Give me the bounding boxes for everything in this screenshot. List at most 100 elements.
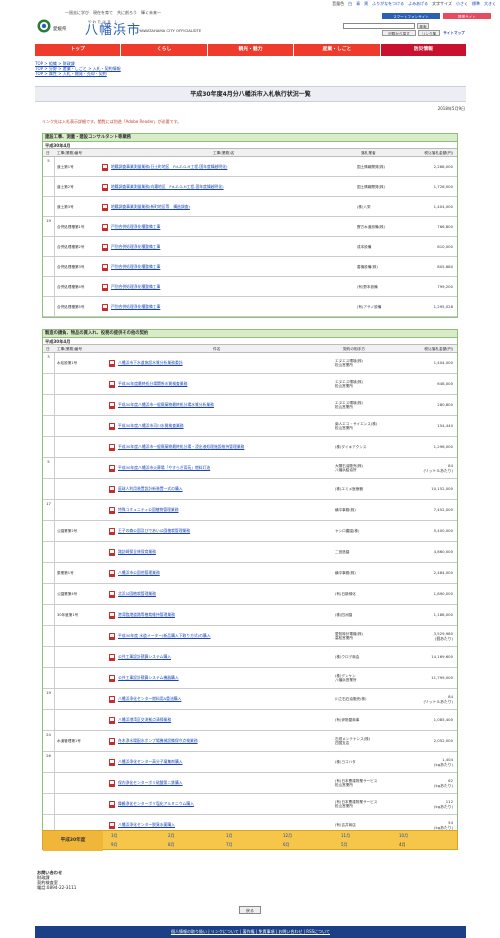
- row-number: 道土第2号: [57, 184, 74, 189]
- row-name-link[interactable]: 北浜公園植栽管理業務: [118, 591, 156, 597]
- row-name-link[interactable]: 諏訪崎保全林保育業務: [118, 549, 156, 555]
- column-divider: [54, 374, 55, 394]
- month-link-jul[interactable]: 7月: [226, 842, 233, 847]
- search-input[interactable]: [343, 23, 415, 29]
- pdf-note: リンク先は入札表示詳細です。閲覧には別途「Adobe Reader」が必要です。: [42, 119, 182, 124]
- row-winner: 南人エコ・サイエンス(株) 松山営業所: [335, 421, 378, 431]
- row-name-link[interactable]: 平成30年度八幡浜市河川水質検査業務: [118, 423, 184, 429]
- row-name-link[interactable]: 舟木浄水場配水ポンプ場機械設備保守点検業務: [118, 738, 198, 744]
- row-day: 24: [46, 732, 51, 737]
- row-name-link[interactable]: 地籍調査事業測量業務(日土町地区 Fd-Z-G-H工程-国年度繰越明化): [111, 164, 227, 170]
- month-link-dec[interactable]: 12月: [283, 833, 292, 838]
- row-name-link[interactable]: 八幡浜浄化センター燃料用A重油購入: [118, 696, 181, 702]
- row-number: 合併処理槽第5号: [57, 304, 85, 309]
- row-name-link[interactable]: 八幡浜港湾区交流拠点清掃業務: [118, 717, 171, 723]
- back-button[interactable]: 戻る: [239, 906, 261, 914]
- month-link-nov[interactable]: 11月: [341, 833, 350, 838]
- contact-block: お問い合わせ 財政課 契約検査室 電話:0894-22-3111: [37, 870, 76, 890]
- row-name-link[interactable]: 八幡浜浄化センター高分子凝集剤購入: [118, 759, 183, 765]
- month-link-jun[interactable]: 6月: [283, 842, 290, 847]
- row-winner: ヤシロ農園(株): [335, 529, 360, 534]
- nav-disaster[interactable]: 防災情報: [380, 44, 467, 56]
- row-name-link[interactable]: 王子の森公園及びであい公園植栽管理業務: [118, 528, 190, 534]
- font-small-button[interactable]: 小さく: [456, 1, 468, 6]
- color-white-button[interactable]: 白: [348, 1, 352, 6]
- footer-link-text[interactable]: 個人情報の取り扱い | リンクについて | 著作権 | 免責事項 | お問い合わ…: [171, 929, 330, 934]
- construction-heading: 建設工事、測量・建設コンサルタント等業務: [43, 134, 457, 142]
- column-divider: [54, 416, 55, 436]
- row-name-link[interactable]: 八幡浜浄化センター脱臭水薬購入: [118, 822, 175, 828]
- row-name-link[interactable]: 公共工事設計積算システム購入: [118, 654, 171, 660]
- row-winner: 国土情報開発(株): [357, 184, 385, 189]
- nav-industry[interactable]: 産業・しごと: [294, 44, 381, 56]
- row-name-link[interactable]: 戸別合併処理浄化槽整備工事: [111, 304, 160, 310]
- month-link-aug[interactable]: 8月: [168, 842, 175, 847]
- search-button[interactable]: 検索: [417, 23, 429, 29]
- row-name-link[interactable]: 平成30年度八幡浜市一般廃棄物最終処分場水質分析業務: [118, 402, 214, 408]
- column-divider: [54, 217, 55, 236]
- row-name-link[interactable]: 戸別合併処理浄化槽整備工事: [111, 284, 160, 290]
- column-divider: [54, 647, 55, 667]
- month-link-jan[interactable]: 1月: [226, 833, 233, 838]
- read-aloud-button[interactable]: よみあげる: [408, 1, 428, 6]
- nav-tourism[interactable]: 観光・魅力: [207, 44, 295, 56]
- row-name-link[interactable]: 平成30年度八幡浜市火葬場「やすらぎ斎苑」燃料灯油: [118, 465, 210, 471]
- month-navigation: 平成30年度 3月 2月 1月 12月 11月 10月 9月 8月 7月 6月 …: [42, 830, 458, 851]
- row-name-link[interactable]: 平成30年度 水道メーター(新品購入下取り方式)の購入: [118, 633, 211, 639]
- row-name-link[interactable]: 舞鶴浄化センターポリ塩化アルミニウム購入: [118, 801, 194, 807]
- row-name-link[interactable]: 八幡浜市公園他管理業務: [118, 570, 160, 576]
- row-name-link[interactable]: 平成30年度最終処分場関係水質検査業務: [118, 381, 187, 387]
- table-row: 17 特殊コミュニティ公園植物管理業務 横平事務(株) 7,452,000: [43, 500, 457, 521]
- smartphone-site-link[interactable]: スマートフォンサイト: [382, 13, 440, 19]
- row-winner: 實方水道設備(株): [357, 224, 385, 229]
- row-name-link[interactable]: 庭球人利用装置設計新装置一式の購入: [118, 486, 183, 492]
- nav-top[interactable]: トップ: [35, 44, 122, 56]
- row-name-link[interactable]: 地籍調査事業測量業務(新町地区等 構造調査): [111, 204, 190, 210]
- pdf-icon: [102, 203, 108, 211]
- furigana-button[interactable]: ふりがなをつける: [372, 1, 404, 6]
- table-row: 公共工事設計積算システム購入 (株)ウロデ商会 14,169,600: [43, 647, 457, 668]
- site-logo[interactable]: 一過去に学び 現在を育て 共に創ろう 輝く未来一 愛媛県 やわたはま し 八幡浜…: [37, 10, 207, 42]
- row-name-link[interactable]: 保内浄化センターポリ硫酸第二鉄購入: [118, 780, 183, 786]
- column-divider: [54, 297, 55, 316]
- month-link-apr[interactable]: 4月: [399, 842, 406, 847]
- search-tip-button[interactable]: 記載から探す: [382, 30, 416, 36]
- column-divider: [54, 479, 55, 499]
- row-name-link[interactable]: 地籍調査事業測量業務(向灘地区 Fd-Z-G-H工程-国年度繰越明化): [111, 184, 224, 190]
- row-name-link[interactable]: 港湾臨港道路等植栽維持管理業務: [118, 612, 175, 618]
- links-button[interactable]: リンク集: [418, 30, 440, 36]
- row-day: 19: [46, 218, 51, 223]
- row-winner: 横平事務(株): [335, 508, 356, 513]
- nav-living[interactable]: くらし: [121, 44, 208, 56]
- pdf-icon: [109, 570, 115, 577]
- mobile-site-link[interactable]: 携帯サイト: [443, 13, 491, 19]
- row-name-link[interactable]: 平成30年度八幡浜市一般廃棄物最終処分場・浸出液処理施設維持管理業務: [118, 444, 244, 450]
- month-link-mar[interactable]: 3月: [111, 833, 118, 838]
- row-name-link[interactable]: 戸別合併処理浄化槽整備工事: [111, 244, 160, 250]
- row-name-link[interactable]: 公共工事設計積算システム機器購入: [118, 675, 179, 681]
- color-black-button[interactable]: 黒: [364, 1, 368, 6]
- utility-color-label: 音量色: [332, 1, 345, 6]
- color-blue-button[interactable]: 青: [356, 1, 360, 6]
- row-name-link[interactable]: 八幡浜市下水道施設水質分析業務委託: [118, 360, 183, 366]
- row-winner: (株)ダイキアクシス: [335, 445, 367, 450]
- row-name-link[interactable]: 特殊コミュニティ公園植物管理業務: [118, 507, 179, 513]
- sitemap-link[interactable]: サイトマップ: [442, 30, 466, 36]
- row-amount: 62 (kgあたり): [434, 777, 453, 788]
- row-number: 水道管理第1号: [57, 739, 81, 743]
- month-link-may[interactable]: 5月: [341, 842, 348, 847]
- breadcrumb-attribute[interactable]: TOP > 属性 > 入札・開発・売却・契約: [35, 71, 121, 76]
- row-name-link[interactable]: 戸別合併処理浄化槽整備工事: [111, 264, 160, 270]
- pdf-icon: [109, 465, 115, 472]
- row-amount: 1,296,000: [433, 444, 453, 450]
- month-link-sep[interactable]: 9月: [111, 842, 118, 847]
- row-amount: 1,404,000: [433, 203, 453, 209]
- month-link-feb[interactable]: 2月: [168, 833, 175, 838]
- row-name-link[interactable]: 戸別合併処理浄化槽整備工事: [111, 224, 160, 230]
- font-large-button[interactable]: 大きく: [484, 1, 496, 6]
- row-amount: 799,200: [437, 283, 453, 289]
- font-normal-button[interactable]: 標準: [472, 1, 480, 6]
- month-link-oct[interactable]: 10月: [399, 833, 408, 838]
- row-amount: 10,152,000: [431, 486, 453, 492]
- row-amount: 2,484,000: [433, 570, 453, 576]
